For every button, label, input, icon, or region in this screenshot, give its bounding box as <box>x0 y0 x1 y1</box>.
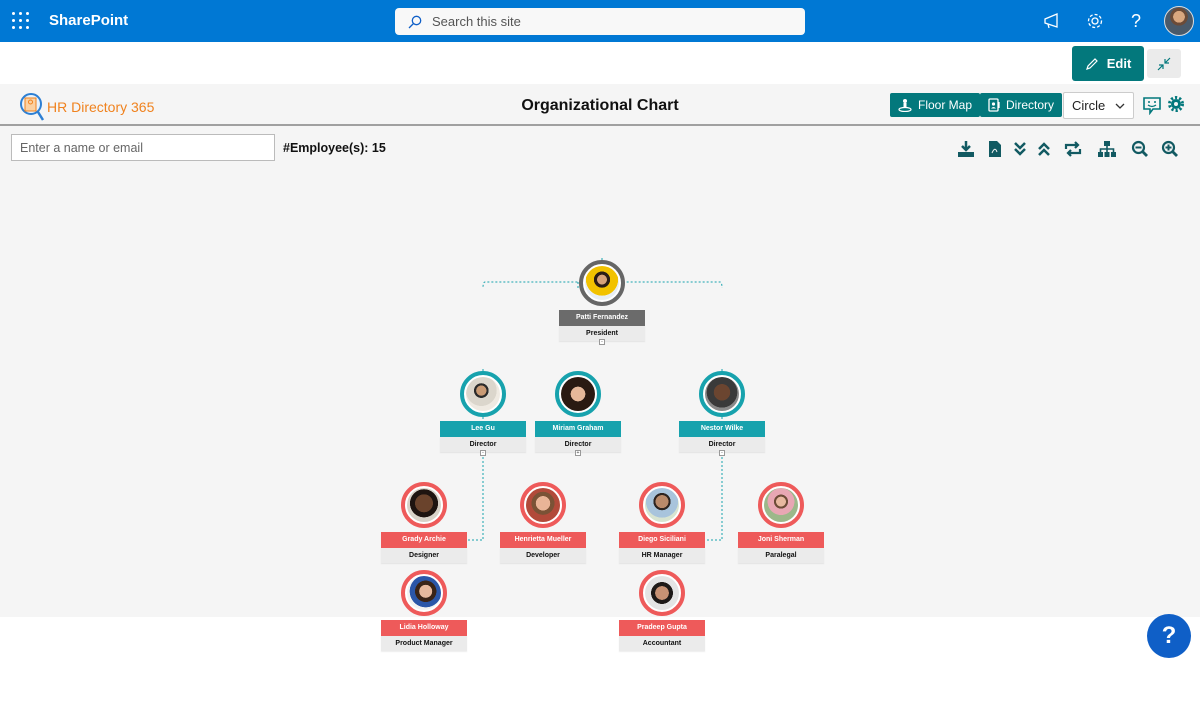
node-name: Henrietta Mueller <box>500 532 586 548</box>
org-node-employee[interactable]: Diego Siciliani HR Manager <box>619 482 705 563</box>
help-icon[interactable]: ? <box>1126 11 1146 31</box>
node-title: Accountant <box>619 636 705 651</box>
org-node-president[interactable]: Patti Fernandez President - <box>559 260 645 345</box>
node-name: Joni Sherman <box>738 532 824 548</box>
suite-bar: SharePoint ? <box>0 0 1200 42</box>
avatar <box>555 371 601 417</box>
org-node-employee[interactable]: Grady Archie Designer <box>381 482 467 563</box>
node-title: Designer <box>381 548 467 563</box>
collapse-toggle[interactable]: - <box>599 339 605 345</box>
avatar <box>579 260 625 306</box>
site-search-input[interactable] <box>432 14 772 29</box>
app-name[interactable]: SharePoint <box>49 12 128 29</box>
edit-label: Edit <box>1106 56 1132 71</box>
gear-icon[interactable] <box>1085 11 1105 31</box>
waffle-icon[interactable] <box>12 12 30 30</box>
collapse-icon <box>1157 57 1171 70</box>
site-search-box[interactable] <box>395 8 805 35</box>
avatar <box>401 482 447 528</box>
node-name: Nestor Wilke <box>679 421 765 437</box>
collapse-toggle[interactable]: + <box>575 450 581 456</box>
node-title: HR Manager <box>619 548 705 563</box>
megaphone-icon[interactable] <box>1042 11 1062 31</box>
collapse-button[interactable] <box>1147 49 1181 78</box>
org-node-director[interactable]: Nestor Wilke Director - <box>679 371 765 456</box>
avatar <box>460 371 506 417</box>
avatar <box>401 570 447 616</box>
avatar <box>639 482 685 528</box>
org-chart: Patti Fernandez President - Lee Gu Direc… <box>0 168 1200 701</box>
avatar <box>699 371 745 417</box>
edit-button[interactable]: Edit <box>1072 46 1144 81</box>
connector-lines <box>468 258 739 541</box>
avatar <box>758 482 804 528</box>
node-name: Grady Archie <box>381 532 467 548</box>
org-node-employee[interactable]: Pradeep Gupta Accountant <box>619 570 705 651</box>
avatar[interactable] <box>1164 6 1194 36</box>
node-name: Diego Siciliani <box>619 532 705 548</box>
collapse-toggle[interactable]: - <box>480 450 486 456</box>
org-node-employee[interactable]: Henrietta Mueller Developer <box>500 482 586 563</box>
org-node-director[interactable]: Miriam Graham Director + <box>535 371 621 456</box>
node-title: Paralegal <box>738 548 824 563</box>
node-name: Patti Fernandez <box>559 310 645 326</box>
org-node-director[interactable]: Lee Gu Director - <box>440 371 526 456</box>
org-node-employee[interactable]: Joni Sherman Paralegal <box>738 482 824 563</box>
command-bar: Edit <box>0 42 1200 84</box>
hr-directory-app: HR Directory 365 Organizational Chart Fl… <box>0 84 1200 651</box>
search-icon <box>408 15 422 28</box>
node-name: Lidia Holloway <box>381 620 467 636</box>
org-node-employee[interactable]: Lidia Holloway Product Manager <box>381 570 467 651</box>
node-name: Miriam Graham <box>535 421 621 437</box>
avatar <box>639 570 685 616</box>
collapse-toggle[interactable]: - <box>719 450 725 456</box>
help-button[interactable]: ? <box>1147 614 1191 658</box>
pencil-icon <box>1085 57 1098 70</box>
node-name: Pradeep Gupta <box>619 620 705 636</box>
avatar <box>520 482 566 528</box>
node-title: Developer <box>500 548 586 563</box>
node-name: Lee Gu <box>440 421 526 437</box>
node-title: Product Manager <box>381 636 467 651</box>
